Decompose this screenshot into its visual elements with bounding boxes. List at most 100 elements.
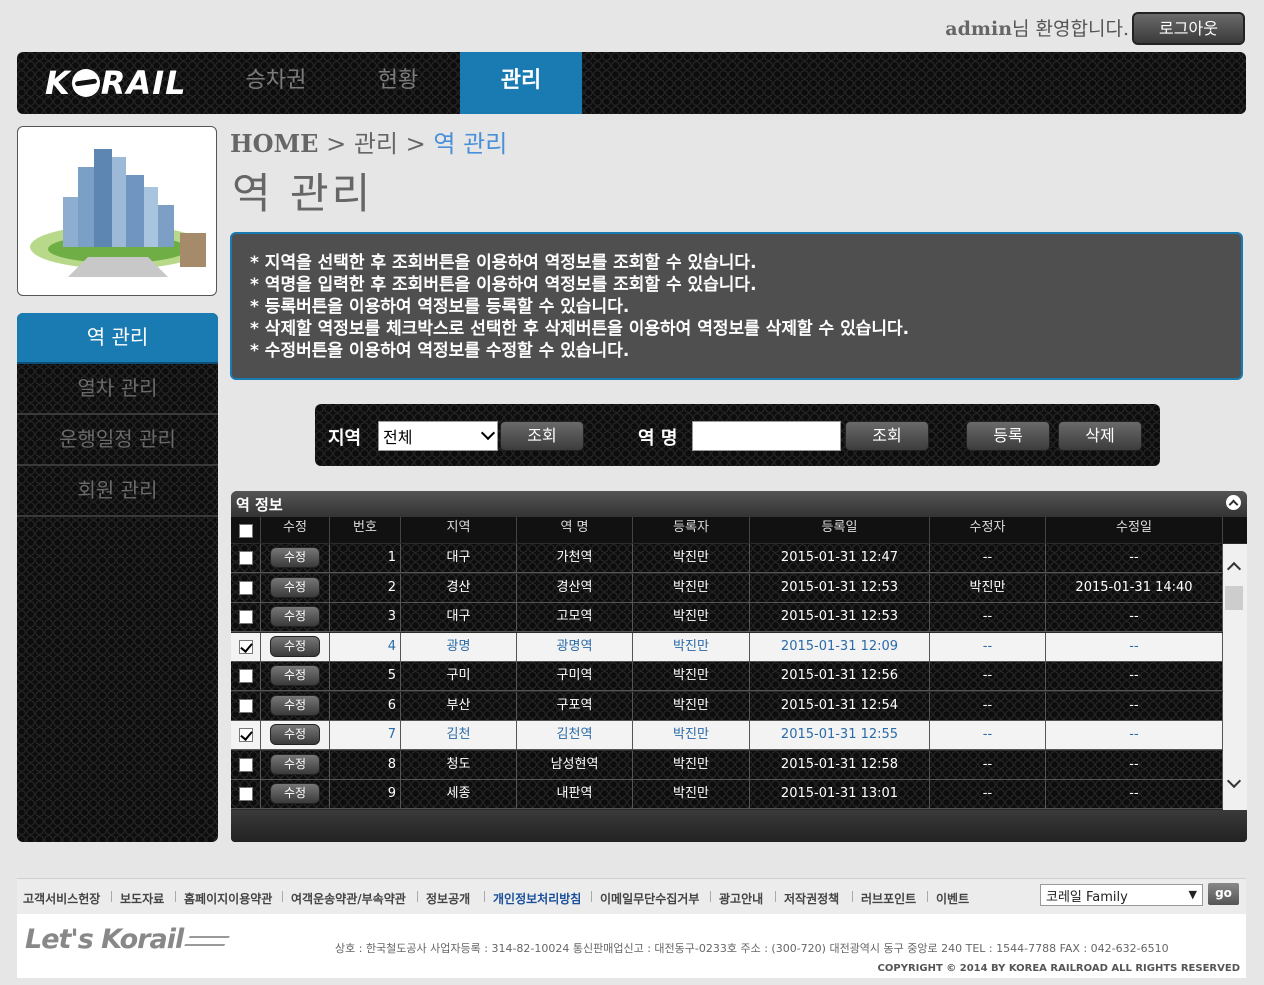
cell-edit: 수정	[261, 780, 330, 809]
row-checkbox[interactable]	[239, 698, 253, 713]
table-row[interactable]: 수정 3 대구 고모역 박진만 2015-01-31 12:53 -- --	[231, 603, 1223, 632]
breadcrumb-home[interactable]: HOME	[230, 129, 318, 158]
logout-button[interactable]: 로그아웃	[1132, 12, 1245, 45]
row-checkbox[interactable]	[239, 610, 253, 624]
row-checkbox[interactable]	[239, 757, 253, 772]
row-checkbox[interactable]	[239, 728, 253, 742]
cell-select	[231, 632, 261, 662]
cell-region: 경산	[401, 573, 517, 603]
side-item-schedule[interactable]: 운행일정 관리	[17, 415, 218, 466]
cell-edit: 수정	[261, 573, 330, 603]
footer-divider	[775, 891, 776, 902]
edit-button[interactable]: 수정	[270, 547, 320, 568]
edit-button[interactable]: 수정	[270, 665, 320, 686]
delete-button[interactable]: 삭제	[1058, 421, 1142, 451]
cell-modifier: --	[930, 691, 1046, 721]
station-name-input[interactable]	[692, 421, 841, 451]
cell-reg-date: 2015-01-31 12:53	[750, 603, 930, 632]
scroll-thumb[interactable]	[1225, 586, 1243, 610]
go-button[interactable]: go	[1208, 883, 1239, 905]
table-row[interactable]: 수정 7 김천 김천역 박진만 2015-01-31 12:55 -- --	[231, 721, 1223, 750]
cell-reg-date: 2015-01-31 12:58	[750, 750, 930, 780]
table-row[interactable]: 수정 9 세종 내판역 박진만 2015-01-31 13:01 -- --	[231, 780, 1223, 809]
nav-item-management[interactable]: 관리	[460, 52, 582, 114]
chevron-down-icon[interactable]	[1226, 773, 1242, 789]
select-all-cell	[231, 517, 261, 543]
edit-button[interactable]: 수정	[270, 694, 320, 716]
cell-mod-date: --	[1046, 662, 1223, 691]
chevron-up-icon[interactable]	[1226, 561, 1242, 577]
footer-link[interactable]: 보도자료	[120, 890, 164, 907]
region-search-button[interactable]: 조회	[500, 421, 584, 451]
footer-link[interactable]: 개인정보처리방침	[493, 890, 581, 907]
footer-link[interactable]: 이벤트	[936, 890, 969, 907]
cell-no: 6	[330, 691, 401, 721]
footer-link[interactable]: 이메일무단수집거부	[600, 890, 699, 907]
edit-button[interactable]: 수정	[270, 576, 320, 598]
table-row[interactable]: 수정 8 청도 남성현역 박진만 2015-01-31 12:58 -- --	[231, 750, 1223, 780]
cell-mod-date: --	[1046, 691, 1223, 721]
cell-select	[231, 780, 261, 809]
footer-link[interactable]: 홈페이지이용약관	[184, 890, 272, 907]
footer-divider	[484, 891, 485, 902]
row-checkbox[interactable]	[239, 639, 253, 654]
cell-select	[231, 603, 261, 632]
edit-button[interactable]: 수정	[270, 753, 320, 775]
footer-divider	[710, 891, 711, 902]
cell-reg-date: 2015-01-31 12:53	[750, 573, 930, 603]
cell-registrant: 박진만	[633, 721, 750, 750]
side-item-station[interactable]: 역 관리	[17, 313, 218, 364]
table-scrollbar[interactable]	[1223, 544, 1247, 810]
column-header: 지역	[401, 517, 517, 543]
side-item-train[interactable]: 열차 관리	[17, 364, 218, 415]
table-row[interactable]: 수정 2 경산 경산역 박진만 2015-01-31 12:53 박진만 2015-01-31…	[231, 573, 1223, 603]
footer-link[interactable]: 정보공개	[426, 890, 470, 907]
select-all-checkbox[interactable]	[239, 524, 253, 538]
footer-link[interactable]: 고객서비스헌장	[23, 890, 100, 907]
nav-item-tickets[interactable]: 승차권	[215, 52, 337, 114]
family-site-select[interactable]: 코레일 Family ▼	[1040, 884, 1203, 906]
cell-station: 구포역	[517, 691, 633, 721]
cell-registrant: 박진만	[633, 662, 750, 691]
edit-button[interactable]: 수정	[270, 783, 320, 804]
cell-station: 내판역	[517, 780, 633, 809]
cell-modifier: --	[930, 750, 1046, 780]
row-checkbox[interactable]	[239, 580, 253, 595]
table-row[interactable]: 수정 6 부산 구포역 박진만 2015-01-31 12:54 -- --	[231, 691, 1223, 721]
breadcrumb-section[interactable]: 관리	[354, 130, 398, 158]
footer-link[interactable]: 러브포인트	[861, 890, 916, 907]
cell-no: 9	[330, 780, 401, 809]
row-checkbox[interactable]	[239, 787, 253, 801]
edit-button[interactable]: 수정	[270, 606, 320, 627]
edit-button[interactable]: 수정	[270, 724, 320, 745]
copyright: COPYRIGHT © 2014 BY KOREA RAILROAD ALL R…	[877, 963, 1240, 974]
search-bar: 지역 전체 조회 역 명 조회 등록 삭제	[315, 404, 1160, 466]
cell-select	[231, 721, 261, 750]
cell-station: 경산역	[517, 573, 633, 603]
table-row[interactable]: 수정 5 구미 구미역 박진만 2015-01-31 12:56 -- --	[231, 662, 1223, 691]
table-row[interactable]: 수정 1 대구 가천역 박진만 2015-01-31 12:47 -- --	[231, 544, 1223, 573]
table-row[interactable]: 수정 4 광명 광명역 박진만 2015-01-31 12:09 -- --	[231, 632, 1223, 662]
cell-modifier: --	[930, 662, 1046, 691]
top-nav: K RAIL 승차권 현황 관리	[17, 52, 1246, 114]
footer-link[interactable]: 광고안내	[719, 890, 763, 907]
row-checkbox[interactable]	[239, 551, 253, 565]
cell-mod-date: --	[1046, 721, 1223, 750]
korail-logo[interactable]: K RAIL	[45, 64, 187, 102]
collapse-icon[interactable]	[1226, 495, 1241, 510]
edit-button[interactable]: 수정	[270, 635, 320, 657]
footer-link[interactable]: 여객운송약관/부속약관	[291, 890, 406, 907]
cell-registrant: 박진만	[633, 603, 750, 632]
cell-edit: 수정	[261, 750, 330, 780]
cell-reg-date: 2015-01-31 12:09	[750, 632, 930, 662]
nav-item-status[interactable]: 현황	[337, 52, 459, 114]
footer-link[interactable]: 저작권정책	[784, 890, 839, 907]
side-item-member[interactable]: 회원 관리	[17, 466, 218, 517]
cell-region: 대구	[401, 544, 517, 573]
register-button[interactable]: 등록	[966, 421, 1050, 451]
region-select[interactable]: 전체	[378, 421, 498, 451]
cell-registrant: 박진만	[633, 544, 750, 573]
row-checkbox[interactable]	[239, 669, 253, 683]
station-search-button[interactable]: 조회	[845, 421, 929, 451]
cell-station: 고모역	[517, 603, 633, 632]
